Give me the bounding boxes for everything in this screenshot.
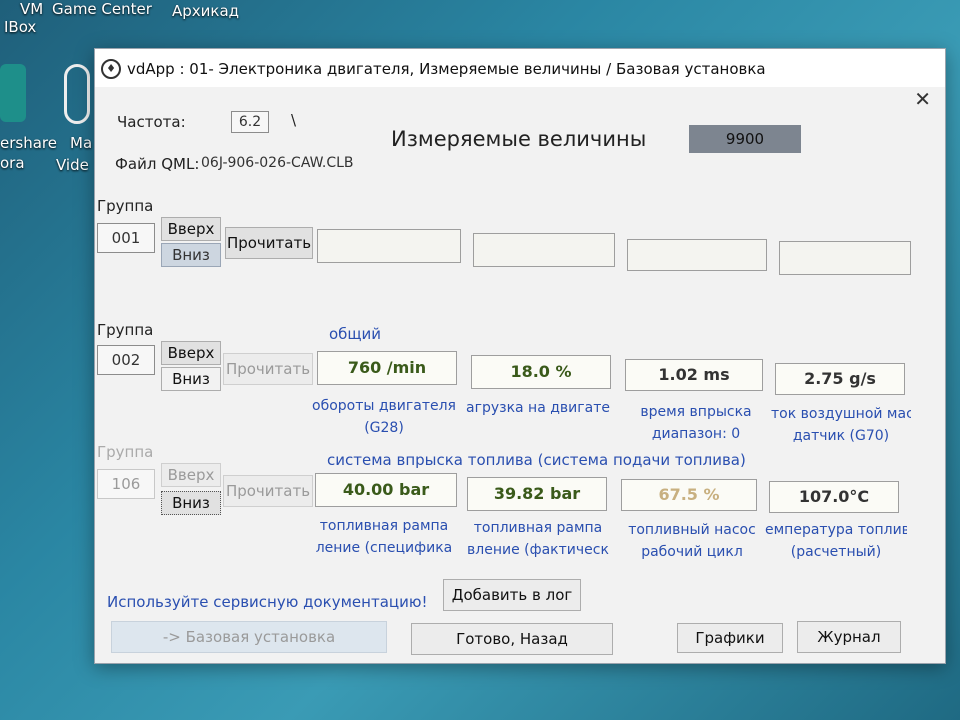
- value-field: 2.75 g/s: [775, 363, 905, 395]
- spinner-indicator: \: [291, 111, 297, 129]
- done-back-button[interactable]: Готово, Назад: [411, 623, 613, 655]
- caption-line: датчик (G70): [792, 428, 890, 444]
- page-heading: Измеряемые величины: [391, 127, 647, 151]
- desktop-label-game-center[interactable]: Game Center: [52, 0, 152, 18]
- group-up-button[interactable]: Вверх: [161, 217, 221, 241]
- value-caption: агрузка на двигате: [463, 397, 613, 419]
- caption-line: обороты двигателя: [312, 398, 456, 414]
- value-field: [627, 239, 767, 271]
- title-bar[interactable]: ♦ vdApp : 01- Электроника двигателя, Изм…: [95, 49, 945, 87]
- wondershare-app-icon[interactable]: [0, 64, 26, 122]
- frequency-value: 6.2: [231, 111, 269, 133]
- journal-button[interactable]: Журнал: [797, 621, 901, 653]
- caption-line: топливный насос: [628, 522, 756, 538]
- caption-line: (G28): [364, 420, 404, 436]
- group-down-button[interactable]: Вниз: [161, 367, 221, 391]
- value-caption: обороты двигателя (G28): [309, 395, 459, 439]
- window-title: vdApp : 01- Электроника двигателя, Измер…: [127, 60, 766, 78]
- vdapp-window: ♦ vdApp : 01- Электроника двигателя, Изм…: [94, 48, 946, 664]
- value-caption: время впрыска диапазон: 0: [621, 401, 771, 445]
- value-field: [779, 241, 911, 275]
- caption-line: диапазон: 0: [651, 426, 741, 442]
- value-caption: топливная рампа ление (специфика: [309, 515, 459, 559]
- caption-line: агрузка на двигате: [466, 400, 610, 416]
- caption-line: ток воздушной мас: [771, 406, 911, 422]
- add-to-log-button[interactable]: Добавить в лог: [443, 579, 581, 611]
- file-label: Файл QML:: [115, 155, 200, 173]
- group-down-button[interactable]: Вниз: [161, 243, 221, 267]
- caption-line: топливная рампа: [473, 520, 603, 536]
- value-field: 67.5 %: [621, 479, 757, 511]
- value-field: 760 /min: [317, 351, 457, 385]
- group-up-button[interactable]: Вверх: [161, 463, 221, 487]
- caption-line: рабочий цикл: [641, 544, 743, 560]
- value-caption: топливная рампа вление (фактическ: [463, 517, 613, 561]
- value-field: 107.0°C: [769, 481, 899, 513]
- counter-display: 9900: [689, 125, 801, 153]
- value-field: 18.0 %: [471, 355, 611, 389]
- desktop-label-filmora[interactable]: ora: [0, 154, 25, 172]
- caption-line: (расчетный): [790, 544, 882, 560]
- value-field: 39.82 bar: [467, 477, 607, 511]
- frequency-label: Частота:: [117, 113, 186, 131]
- value-caption: емпература топлив (расчетный): [765, 519, 907, 563]
- caption-line: время впрыска: [640, 404, 752, 420]
- group-label: Группа: [97, 443, 154, 461]
- close-icon[interactable]: ✕: [914, 87, 931, 111]
- caption-line: ление (специфика: [315, 540, 453, 556]
- section-title: система впрыска топлива (система подачи …: [327, 451, 746, 469]
- value-field: [473, 233, 615, 267]
- caption-line: емпература топлив: [765, 522, 907, 538]
- desktop-label-arkhikad[interactable]: Архикад: [172, 2, 239, 20]
- group-label: Группа: [97, 321, 154, 339]
- value-caption: топливный насос рабочий цикл: [617, 519, 767, 563]
- basic-setting-button[interactable]: -> Базовая установка: [111, 621, 387, 653]
- desktop-label-ibox[interactable]: IBox: [4, 18, 36, 36]
- video-app-icon[interactable]: [64, 64, 90, 124]
- caption-line: вление (фактическ: [467, 542, 609, 558]
- service-doc-notice: Используйте сервисную документацию!: [107, 593, 428, 611]
- group-number-input[interactable]: 001: [97, 223, 155, 253]
- file-name: 06J-906-026-CAW.CLB: [201, 155, 354, 171]
- desktop-label-vm[interactable]: VM: [20, 0, 43, 18]
- caption-line: топливная рампа: [319, 518, 449, 534]
- vdapp-logo-icon: ♦: [101, 59, 121, 79]
- value-field: 40.00 bar: [315, 473, 457, 507]
- read-button[interactable]: Прочитать: [225, 227, 313, 259]
- group-up-button[interactable]: Вверх: [161, 341, 221, 365]
- value-field: 1.02 ms: [625, 359, 763, 391]
- desktop-label-ma[interactable]: Ma: [70, 134, 92, 152]
- value-field: [317, 229, 461, 263]
- group-down-button[interactable]: Вниз: [161, 491, 221, 515]
- group-number-input[interactable]: 002: [97, 345, 155, 375]
- group-label: Группа: [97, 197, 154, 215]
- read-button[interactable]: Прочитать: [223, 475, 313, 507]
- graphs-button[interactable]: Графики: [677, 623, 783, 653]
- read-button[interactable]: Прочитать: [223, 353, 313, 385]
- desktop-label-wondershare[interactable]: ershare: [0, 134, 57, 152]
- section-title: общий: [329, 325, 382, 343]
- desktop-label-video[interactable]: Vide: [56, 156, 89, 174]
- value-caption: ток воздушной мас датчик (G70): [771, 403, 911, 447]
- group-number-input[interactable]: 106: [97, 469, 155, 499]
